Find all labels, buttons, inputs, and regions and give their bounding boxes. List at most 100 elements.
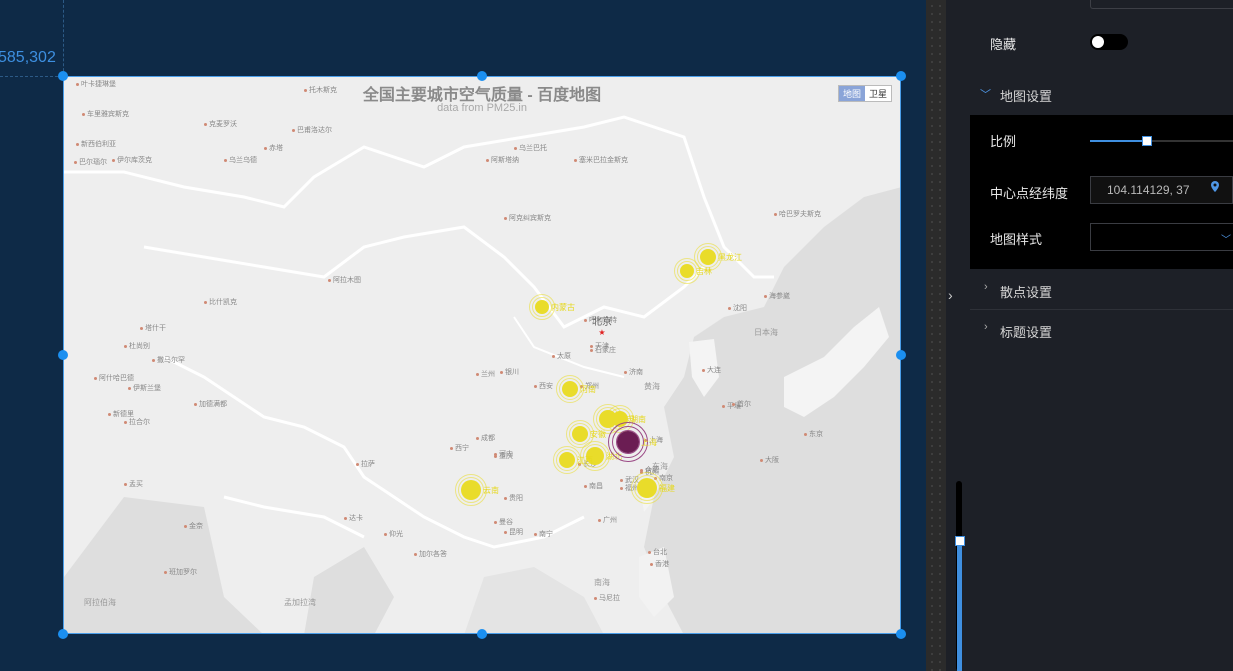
map-style-select[interactable]: ﹀ [1090,223,1233,251]
chevron-right-icon[interactable]: › [984,281,988,293]
place-label: 托木斯克 [304,85,337,95]
resize-handle-top-right[interactable] [896,71,906,81]
place-label: 海参崴 [764,291,790,301]
place-label: 克麦罗沃 [204,119,237,129]
map-subtitle: data from PM25.in [437,102,527,114]
scatter-point[interactable] [700,249,716,265]
scatter-label: 云南 [483,486,499,495]
place-label: 阿斯塔纳 [486,155,519,165]
place-label: 银川 [500,367,519,377]
scatter-point[interactable] [562,381,578,397]
scatter-point[interactable] [637,478,657,498]
resize-handle-right[interactable] [896,350,906,360]
position-readout: 585,302 [0,49,56,66]
scale-label: 比例 [990,134,1017,149]
place-label: 沈阳 [728,303,747,313]
location-pin-icon [1211,181,1219,192]
place-label: 比什凯克 [204,297,237,307]
hotspot-point[interactable] [617,431,639,453]
hide-label: 隐藏 [990,37,1017,52]
sea-label: 日本海 [754,328,778,337]
place-label: 贵阳 [504,493,523,503]
map-widget[interactable]: 全国主要城市空气质量 - 百度地图 data from PM25.in 地图 卫… [63,76,901,634]
place-label: 济南 [624,367,643,377]
place-label: 车里雅宾斯克 [82,109,129,119]
place-label: 河内 [494,449,513,459]
scatter-label: 江西 [577,456,593,465]
scatter-point[interactable] [461,480,481,500]
scatter-label: 安徽 [590,430,606,439]
collapse-panel-chevron-icon[interactable]: › [948,287,953,303]
scatter-label: 河南 [580,385,596,394]
chevron-right-icon[interactable]: › [984,321,988,333]
center-coordinate-input[interactable]: 104.114129, 37 [1090,176,1203,204]
scatter-point[interactable] [572,426,588,442]
place-label: 塞米巴拉金斯克 [574,155,628,165]
place-label: 班加罗尔 [164,567,197,577]
map-type-option-satellite[interactable]: 卫星 [865,86,891,101]
map-settings-header[interactable]: 地图设置 [1000,86,1052,105]
place-label: 曼谷 [494,517,513,527]
place-label: 乌兰乌德 [224,155,257,165]
vertical-guide-line [63,0,64,76]
map-type-switch[interactable]: 地图 卫星 [837,85,892,102]
place-label: 南昌 [584,481,603,491]
scatter-point[interactable] [680,264,694,278]
horizontal-guide-line [0,76,63,77]
place-label: 西宁 [450,443,469,453]
place-label: 叶卡捷琳堡 [76,79,116,89]
place-label: 广州 [598,515,617,525]
scatter-label: 上海 [641,438,657,447]
place-label: 大连 [702,365,721,375]
vertical-slider-fill [957,541,962,671]
place-label: 伊尔库茨克 [112,155,152,165]
scatter-point[interactable] [535,300,549,314]
place-label: 马尼拉 [594,593,620,603]
scatter-point[interactable] [559,452,575,468]
map-base-layer [64,115,900,633]
resize-handle-top[interactable] [477,71,487,81]
place-label: 杜尚别 [124,341,150,351]
place-label: 新德里 [108,409,134,419]
place-label: 乌兰巴托 [514,143,547,153]
location-pick-button[interactable] [1202,176,1233,204]
place-label: 昆明 [504,527,523,537]
scatter-settings-header[interactable]: 散点设置 [1000,282,1052,301]
place-label: 巴甫洛达尔 [292,125,332,135]
resize-handle-bottom[interactable] [477,629,487,639]
resize-handle-bottom-right[interactable] [896,629,906,639]
place-label: 香港 [650,559,669,569]
scatter-label: 黑龙江 [718,253,742,262]
chevron-down-icon[interactable]: ﹀ [980,86,991,102]
vertical-slider-thumb[interactable] [955,536,965,546]
place-label: 加尔各答 [414,549,447,559]
toggle-knob [1092,36,1104,48]
place-label: 南宁 [534,529,553,539]
resize-handle-top-left[interactable] [58,71,68,81]
sea-label: 黄海 [644,382,660,391]
place-label: 天津 [590,341,609,351]
title-settings-header[interactable]: 标题设置 [1000,322,1052,341]
place-label: 阿拉木图 [328,275,361,285]
map-type-option-map[interactable]: 地图 [838,86,865,101]
sea-label: 孟加拉湾 [284,598,316,607]
resize-handle-bottom-left[interactable] [58,629,68,639]
scatter-label: 内蒙古 [551,303,575,312]
place-label: 哈巴罗夫斯克 [774,209,821,219]
resize-handle-left[interactable] [58,350,68,360]
sea-label: 阿拉伯海 [84,598,116,607]
place-label: 加德满都 [194,399,227,409]
place-label: 台北 [648,547,667,557]
place-label: 首尔 [732,399,751,409]
sea-label: 南海 [594,578,610,587]
capital-star-icon: ★ [598,328,606,337]
scale-slider-thumb[interactable] [1142,136,1152,146]
divider-dot-pattern [926,0,946,671]
scatter-label: 吉林 [696,267,712,276]
map-style-label: 地图样式 [990,232,1043,247]
hide-toggle[interactable] [1090,34,1128,50]
place-label: 阿克纠宾斯克 [504,213,551,223]
top-input-field[interactable] [1090,0,1233,9]
place-label: 孟买 [124,479,143,489]
place-label: 大阪 [760,455,779,465]
